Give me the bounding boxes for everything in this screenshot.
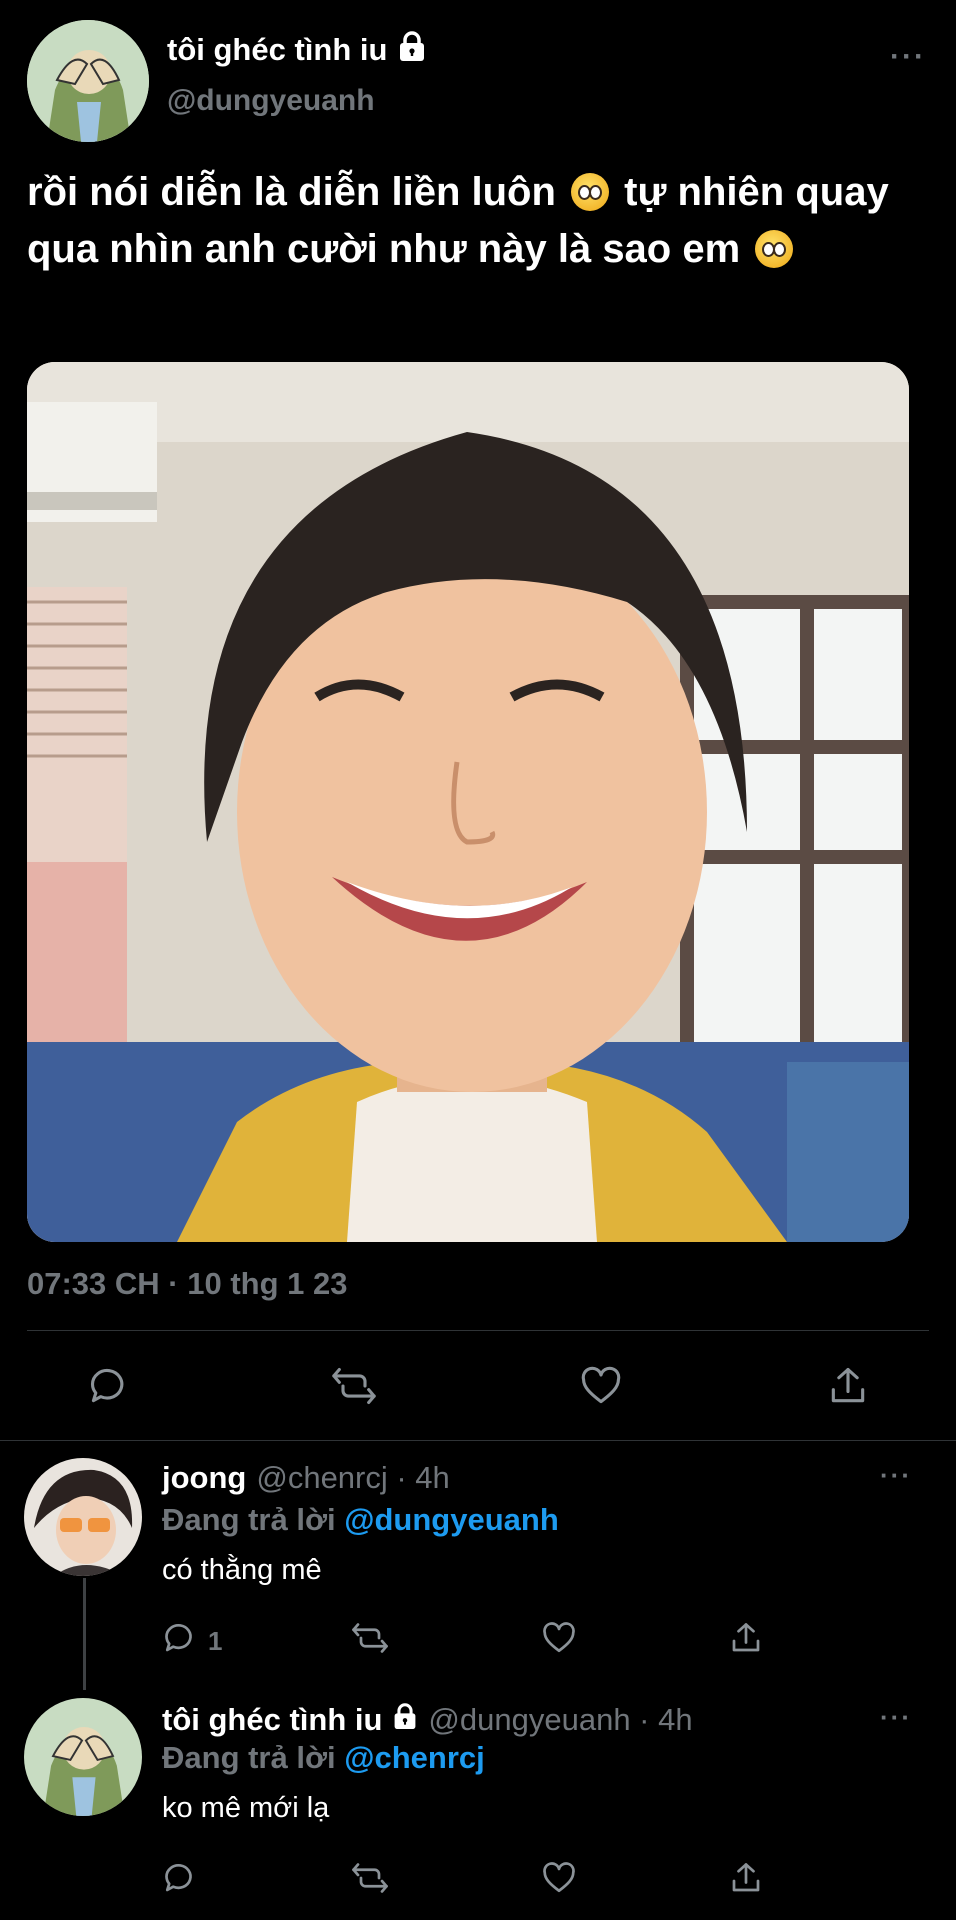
- avatar[interactable]: [27, 20, 149, 142]
- like-button[interactable]: [540, 1620, 578, 1663]
- display-name[interactable]: joong: [162, 1460, 246, 1496]
- tweet-text-part1: rồi nói diễn là diễn liền luôn: [27, 170, 556, 214]
- share-button[interactable]: [728, 1620, 764, 1663]
- tweet-timestamp[interactable]: 07:33 CH · 10 thg 1 23: [27, 1266, 347, 1302]
- tweet-text: rồi nói diễn là diễn liền luôn tự nhiên …: [27, 164, 907, 278]
- mention-link[interactable]: @chenrcj: [344, 1740, 485, 1775]
- reply-text: có thằng mê: [162, 1554, 322, 1586]
- display-name-text: tôi ghéc tình iu: [167, 32, 388, 67]
- retweet-button[interactable]: [350, 1860, 390, 1903]
- heart-icon: [578, 1364, 624, 1415]
- replying-prefix: Đang trả lời: [162, 1740, 336, 1775]
- like-button[interactable]: [540, 1860, 578, 1903]
- avatar[interactable]: [24, 1458, 142, 1576]
- replying-to: Đang trả lời @dungyeuanh: [162, 1502, 559, 1538]
- replying-to: Đang trả lời @chenrcj: [162, 1740, 485, 1776]
- handle-time[interactable]: @chenrcj · 4h: [256, 1460, 449, 1496]
- lock-icon: [392, 1702, 418, 1738]
- reply-header: joong @chenrcj · 4h: [162, 1460, 450, 1496]
- retweet-icon: [330, 1364, 378, 1415]
- retweet-icon: [350, 1620, 390, 1663]
- heart-icon: [540, 1860, 578, 1903]
- replying-prefix: Đang trả lời: [162, 1502, 336, 1537]
- retweet-icon: [350, 1860, 390, 1903]
- display-name[interactable]: tôi ghéc tình iu: [167, 30, 427, 70]
- more-options-icon[interactable]: ···: [880, 1460, 912, 1491]
- share-button[interactable]: [728, 1860, 764, 1903]
- share-icon: [826, 1364, 870, 1415]
- reply-count: 1: [208, 1626, 223, 1656]
- share-icon: [728, 1620, 764, 1663]
- handle-time[interactable]: @dungyeuanh · 4h: [428, 1702, 692, 1738]
- reply-icon: [162, 1860, 198, 1903]
- reply-button[interactable]: [162, 1860, 198, 1903]
- share-icon: [728, 1860, 764, 1903]
- pleading-face-emoji: [755, 230, 794, 268]
- retweet-button[interactable]: [330, 1364, 378, 1415]
- reply-header: tôi ghéc tình iu @dungyeuanh · 4h: [162, 1702, 693, 1738]
- lock-icon: [397, 30, 427, 70]
- divider: [0, 1440, 956, 1441]
- reply-button[interactable]: 1: [162, 1620, 222, 1663]
- handle[interactable]: @dungyeuanh: [167, 84, 375, 118]
- thread-line: [83, 1578, 86, 1690]
- heart-icon: [540, 1620, 578, 1663]
- mention-link[interactable]: @dungyeuanh: [344, 1502, 559, 1537]
- pleading-face-emoji: [571, 173, 610, 211]
- retweet-button[interactable]: [350, 1620, 390, 1663]
- more-options-icon[interactable]: ···: [880, 1702, 912, 1733]
- reply-icon: [87, 1364, 131, 1415]
- display-name[interactable]: tôi ghéc tình iu: [162, 1702, 382, 1738]
- avatar[interactable]: [24, 1698, 142, 1816]
- share-button[interactable]: [826, 1364, 870, 1415]
- reply-button[interactable]: [87, 1364, 131, 1415]
- more-options-icon[interactable]: ···: [890, 40, 926, 74]
- reply-text: ko mê mới lạ: [162, 1792, 330, 1824]
- like-button[interactable]: [578, 1364, 624, 1415]
- tweet-photo[interactable]: [27, 362, 909, 1242]
- reply-icon: [162, 1620, 198, 1663]
- divider: [27, 1330, 929, 1331]
